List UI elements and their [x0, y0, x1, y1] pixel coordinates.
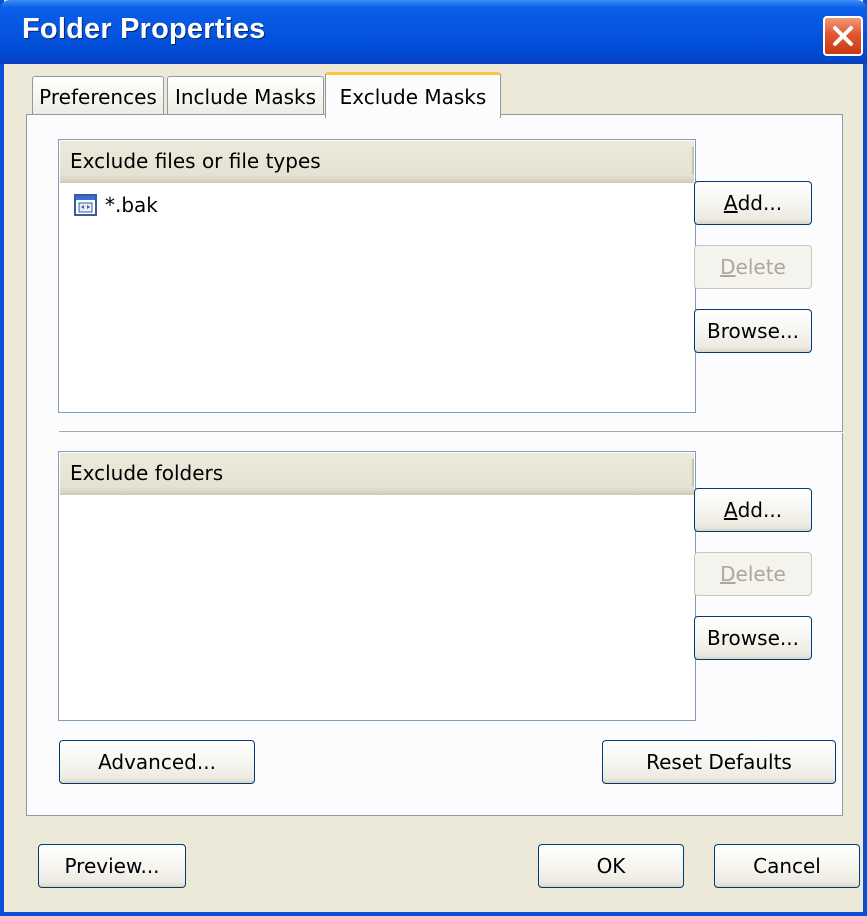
- folders-delete-button-label-accelerator: D: [720, 562, 736, 586]
- folder-properties-window: Folder Properties Preferences Include Ma…: [0, 0, 867, 916]
- files-add-button-label-accelerator: A: [723, 191, 738, 215]
- file-type-icon: [74, 194, 97, 216]
- exclude-folders-column-header[interactable]: Exclude folders: [60, 453, 694, 495]
- tab-preferences[interactable]: Preferences: [32, 76, 164, 116]
- list-item[interactable]: *.bak: [73, 192, 158, 218]
- file-mask-label: *.bak: [105, 193, 158, 217]
- close-button[interactable]: [823, 16, 863, 56]
- tab-include-masks[interactable]: Include Masks: [167, 76, 324, 116]
- tab-exclude-masks[interactable]: Exclude Masks: [325, 72, 501, 118]
- folders-browse-button[interactable]: Browse...: [694, 616, 812, 660]
- reset-defaults-button[interactable]: Reset Defaults: [602, 740, 836, 784]
- section-divider: [59, 431, 843, 433]
- title-bar[interactable]: Folder Properties: [0, 0, 867, 64]
- exclude-masks-panel: Exclude files or file types *.bak Add...…: [26, 114, 843, 816]
- folders-delete-button: Delete: [694, 552, 812, 596]
- folders-add-button-label-accelerator: A: [723, 498, 738, 522]
- advanced-button[interactable]: Advanced...: [59, 740, 255, 784]
- files-add-button[interactable]: Add...: [694, 181, 812, 225]
- exclude-folders-list[interactable]: Exclude folders: [58, 451, 696, 721]
- exclude-files-list[interactable]: Exclude files or file types *.bak: [58, 139, 696, 413]
- preview-button[interactable]: Preview...: [38, 844, 186, 888]
- folders-delete-button-label-rest: elete: [735, 562, 786, 586]
- files-delete-button: Delete: [694, 245, 812, 289]
- files-delete-button-label-rest: elete: [735, 255, 786, 279]
- files-add-button-label-rest: dd...: [737, 191, 783, 215]
- cancel-button[interactable]: Cancel: [714, 844, 860, 888]
- files-browse-button[interactable]: Browse...: [694, 309, 812, 353]
- close-x-icon: [833, 26, 853, 46]
- files-delete-button-label-accelerator: D: [720, 255, 736, 279]
- ok-button[interactable]: OK: [538, 844, 684, 888]
- folders-add-button[interactable]: Add...: [694, 488, 812, 532]
- window-title: Folder Properties: [22, 13, 266, 45]
- folders-add-button-label-rest: dd...: [737, 498, 783, 522]
- exclude-files-column-header[interactable]: Exclude files or file types: [60, 141, 694, 183]
